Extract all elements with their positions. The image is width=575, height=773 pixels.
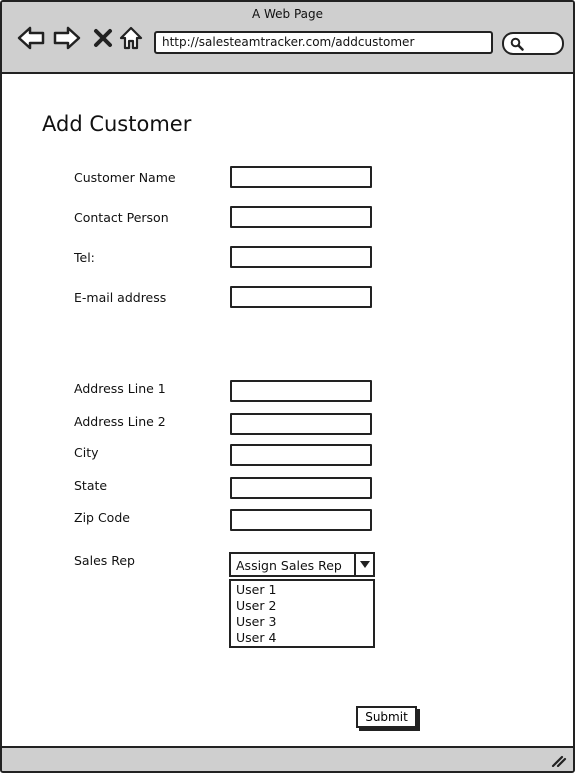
- forward-arrow-icon: [53, 26, 81, 50]
- customer-name-label: Customer Name: [74, 170, 176, 185]
- tel-label: Tel:: [74, 250, 95, 265]
- page-title: Add Customer: [42, 112, 192, 136]
- address-bar[interactable]: http://salesteamtracker.com/addcustomer: [154, 31, 493, 54]
- email-label: E-mail address: [74, 290, 167, 305]
- browser-window: A Web Page http://salesteamtracker.com/a…: [0, 0, 575, 773]
- browser-search-field[interactable]: [502, 32, 564, 55]
- close-x-icon: [94, 29, 112, 47]
- contact-person-label: Contact Person: [74, 210, 169, 225]
- sales-rep-option[interactable]: User 3: [231, 614, 373, 630]
- zip-code-label: Zip Code: [74, 510, 130, 525]
- submit-button[interactable]: Submit: [356, 706, 417, 728]
- triangle-down-icon: [359, 561, 370, 568]
- browser-toolbar: A Web Page http://salesteamtracker.com/a…: [2, 2, 573, 74]
- sales-rep-select[interactable]: Assign Sales Rep: [229, 552, 375, 577]
- tel-input[interactable]: [230, 246, 372, 268]
- stop-button[interactable]: [88, 24, 118, 52]
- city-input[interactable]: [230, 444, 372, 466]
- search-icon: [510, 37, 524, 51]
- contact-person-input[interactable]: [230, 206, 372, 228]
- address-line-1-input[interactable]: [230, 380, 372, 402]
- city-label: City: [74, 445, 99, 460]
- sales-rep-option[interactable]: User 4: [231, 630, 373, 646]
- home-button[interactable]: [116, 24, 146, 52]
- back-button[interactable]: [16, 24, 46, 52]
- sales-rep-option[interactable]: User 1: [231, 582, 373, 598]
- sales-rep-option[interactable]: User 2: [231, 598, 373, 614]
- customer-name-input[interactable]: [230, 166, 372, 188]
- sales-rep-options-list: User 1 User 2 User 3 User 4: [229, 579, 375, 648]
- forward-button[interactable]: [52, 24, 82, 52]
- zip-code-input[interactable]: [230, 509, 372, 531]
- sales-rep-label: Sales Rep: [74, 553, 135, 568]
- back-arrow-icon: [17, 26, 45, 50]
- address-line-2-label: Address Line 2: [74, 414, 166, 429]
- sales-rep-selected-value: Assign Sales Rep: [236, 558, 342, 573]
- address-line-2-input[interactable]: [230, 413, 372, 435]
- window-title: A Web Page: [251, 7, 324, 21]
- resize-grip-icon[interactable]: [551, 755, 567, 767]
- status-bar: [2, 746, 573, 771]
- dropdown-toggle[interactable]: [354, 554, 373, 575]
- state-label: State: [74, 478, 108, 493]
- home-icon: [119, 26, 143, 50]
- state-input[interactable]: [230, 477, 372, 499]
- email-input[interactable]: [230, 286, 372, 308]
- address-line-1-label: Address Line 1: [74, 381, 166, 396]
